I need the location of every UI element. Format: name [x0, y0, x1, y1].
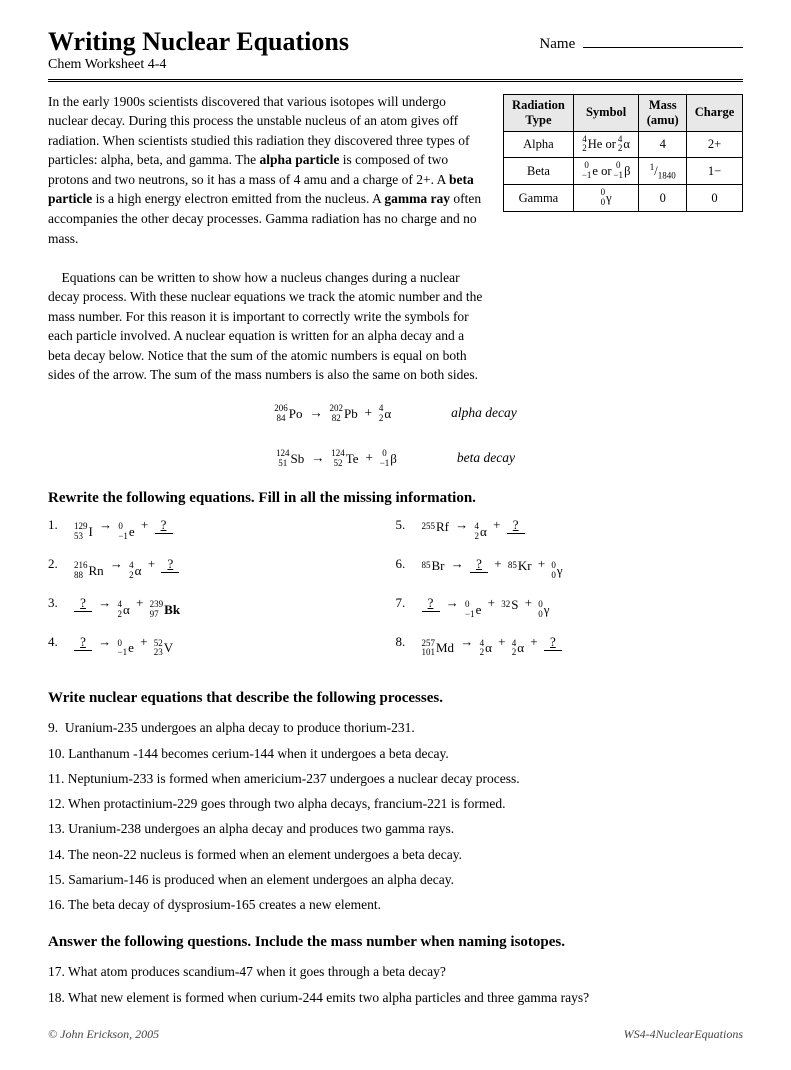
- col-radiation-type: RadiationType: [504, 94, 574, 131]
- problem-7: 7. ? → 0−1e + 32S + 00γ: [396, 595, 744, 620]
- list-item: 18. What new element is formed when curi…: [48, 987, 743, 1009]
- list-item: 13. Uranium-238 undergoes an alpha decay…: [48, 818, 743, 840]
- list-item: 12. When protactinium-229 goes through t…: [48, 793, 743, 815]
- footer-left: © John Erickson, 2005: [48, 1027, 159, 1042]
- section3-heading: Answer the following questions. Include …: [48, 934, 743, 951]
- col-charge: Charge: [687, 94, 743, 131]
- problem-5: 5. 255Rf → 42α + ?: [396, 517, 744, 542]
- name-underline[interactable]: [583, 47, 743, 48]
- intro-section: In the early 1900s scientists discovered…: [48, 92, 743, 385]
- example-equations: 20684Po → 20282Pb + 42α alpha decay 1245…: [48, 399, 743, 472]
- problems-grid: 1. 12953I → 0−1e + ? 5. 255Rf → 42α + ? …: [48, 517, 743, 672]
- footer: © John Erickson, 2005 WS4-4NuclearEquati…: [48, 1027, 743, 1042]
- table-row: Gamma 00γ 0 0: [504, 185, 743, 212]
- table-row: Alpha 42He or 42α 4 2+: [504, 131, 743, 158]
- problem-2: 2. 21688Rn → 42α + ?: [48, 556, 396, 581]
- list-item: 17. What atom produces scandium-47 when …: [48, 961, 743, 983]
- list-item: 11. Neptunium-233 is formed when americi…: [48, 768, 743, 790]
- problem-3: 3. ? → 42α + 23997Bk: [48, 595, 396, 620]
- answer-questions: 17. What atom produces scandium-47 when …: [48, 961, 743, 1009]
- list-item: 15. Samarium-146 is produced when an ele…: [48, 869, 743, 891]
- footer-right: WS4-4NuclearEquations: [624, 1027, 743, 1042]
- word-problems: 9. Uranium-235 undergoes an alpha decay …: [48, 717, 743, 916]
- subtitle: Chem Worksheet 4-4: [48, 57, 349, 73]
- list-item: 14. The neon-22 nucleus is formed when a…: [48, 844, 743, 866]
- problem-6: 6. 85Br → ? + 85Kr + 00γ: [396, 556, 744, 581]
- problem-4: 4. ? → 0−1e + 5223V: [48, 634, 396, 659]
- radiation-table: RadiationType Symbol Mass(amu) Charge Al…: [503, 94, 743, 212]
- divider: [48, 79, 743, 82]
- table-row: Beta 0−1e or 0−1β 1/1840 1−: [504, 158, 743, 185]
- page-title: Writing Nuclear Equations: [48, 28, 349, 57]
- col-mass: Mass(amu): [639, 94, 687, 131]
- name-field: Name: [539, 36, 743, 53]
- list-item: 10. Lanthanum -144 becomes cerium-144 wh…: [48, 743, 743, 765]
- list-item: 16. The beta decay of dysprosium-165 cre…: [48, 894, 743, 916]
- problem-1: 1. 12953I → 0−1e + ?: [48, 517, 396, 542]
- intro-text: In the early 1900s scientists discovered…: [48, 92, 487, 385]
- problem-8: 8. 257101Md → 42α + 42α + ?: [396, 634, 744, 659]
- list-item: 9. Uranium-235 undergoes an alpha decay …: [48, 717, 743, 739]
- section2-heading: Write nuclear equations that describe th…: [48, 690, 743, 707]
- section1-heading: Rewrite the following equations. Fill in…: [48, 490, 743, 507]
- col-symbol: Symbol: [573, 94, 638, 131]
